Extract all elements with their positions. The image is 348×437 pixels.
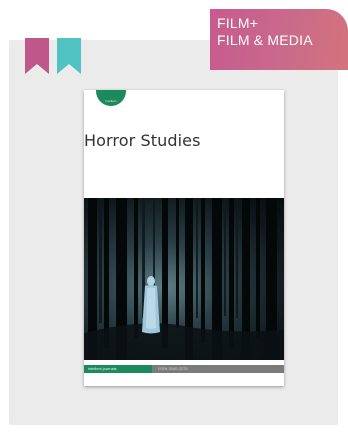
cover-footer-bar: intellect journals ISSN 2040-3275 [84, 365, 284, 373]
category-line-2: FILM & MEDIA [217, 32, 313, 48]
cover-forest-image [84, 198, 284, 360]
publisher-badge-text: intellect [105, 99, 117, 103]
publisher-label: intellect journals [88, 366, 117, 371]
publisher-strip: intellect journals [84, 365, 152, 373]
journal-title: Horror Studies [84, 131, 201, 150]
category-tag[interactable]: FILM+ FILM & MEDIA [210, 9, 348, 70]
journal-cover[interactable]: intellect Horror Studies intellect journ… [84, 90, 284, 386]
bookmark-pink-icon[interactable] [25, 38, 49, 74]
publisher-badge: intellect [96, 90, 126, 106]
category-line-1: FILM+ [217, 15, 259, 31]
bookmark-teal-icon[interactable] [57, 38, 81, 74]
issn-label: ISSN 2040-3275 [158, 366, 188, 371]
